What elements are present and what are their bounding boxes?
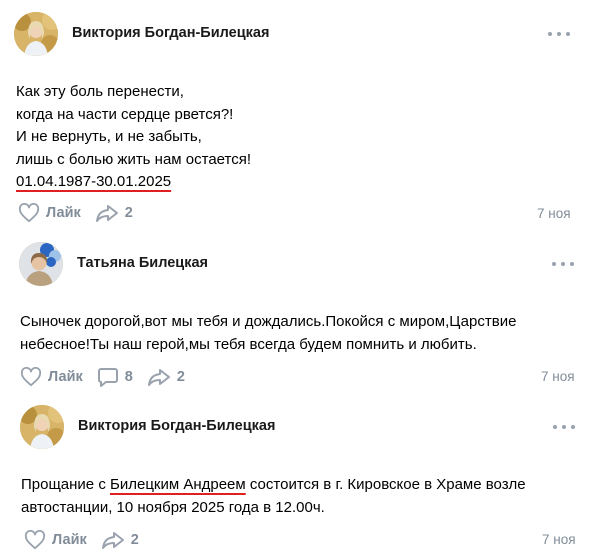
- author-name[interactable]: Виктория Богдан-Билецкая: [72, 25, 269, 41]
- more-options-icon[interactable]: [553, 422, 575, 432]
- post-date[interactable]: 7 ноя: [537, 206, 571, 221]
- comment-icon: [97, 368, 118, 387]
- post-2: Татьяна Билецкая Сыночек дорогой,вот мы …: [0, 230, 595, 395]
- share-icon: [147, 369, 170, 386]
- share-button[interactable]: 2: [147, 367, 185, 387]
- share-count: 2: [176, 369, 185, 385]
- avatar[interactable]: [14, 12, 58, 56]
- text-line: лишь с болью жить нам остается!: [16, 150, 251, 168]
- text-line: И не вернуть, и не забыть,: [16, 128, 202, 145]
- more-options-icon[interactable]: [552, 259, 574, 269]
- post-text: Сыночек дорогой,вот мы тебя и дождались.…: [20, 311, 516, 356]
- post-actions: Лайк 2: [24, 528, 153, 552]
- share-count: 2: [124, 205, 133, 221]
- author-name[interactable]: Татьяна Билецкая: [77, 255, 208, 271]
- like-label: Лайк: [46, 205, 81, 221]
- like-button[interactable]: Лайк: [18, 203, 81, 223]
- post-actions: Лайк 8 2: [20, 365, 199, 389]
- post-actions: Лайк 2: [18, 201, 147, 225]
- text-fragment: Прощание с: [21, 476, 110, 493]
- share-icon: [95, 205, 118, 222]
- comment-count: 8: [124, 369, 133, 385]
- heart-icon: [18, 203, 40, 223]
- like-button[interactable]: Лайк: [24, 530, 87, 550]
- woman-portrait-autumn-icon: [14, 12, 58, 56]
- share-count: 2: [130, 532, 139, 548]
- heart-icon: [24, 530, 46, 550]
- author-name[interactable]: Виктория Богдан-Билецкая: [78, 418, 275, 434]
- post-3: Виктория Богдан-Билецкая Прощание с Биле…: [0, 395, 595, 560]
- share-button[interactable]: 2: [95, 203, 133, 223]
- woman-portrait-balloons-icon: [19, 242, 63, 286]
- share-icon: [101, 532, 124, 549]
- share-button[interactable]: 2: [101, 530, 139, 550]
- highlighted-name: Билецким Андреем: [110, 476, 246, 493]
- text-line: когда на части сердце рвется?!: [16, 105, 234, 123]
- comment-button[interactable]: 8: [97, 367, 133, 387]
- text-line: автостанции, 10 ноября 2025 года в 12.00…: [21, 498, 325, 516]
- post-date[interactable]: 7 ноя: [542, 532, 576, 547]
- avatar[interactable]: [19, 242, 63, 286]
- text-line: Прощание с Билецким Андреем состоится в …: [21, 474, 526, 497]
- like-button[interactable]: Лайк: [20, 367, 83, 387]
- more-options-icon[interactable]: [548, 29, 570, 39]
- post-date[interactable]: 7 ноя: [541, 369, 575, 384]
- post-text: Как эту боль перенести, когда на части с…: [16, 81, 251, 194]
- heart-icon: [20, 367, 42, 387]
- post-1: Виктория Богдан-Билецкая Как эту боль пе…: [0, 0, 595, 230]
- text-fragment: состоится в г. Кировское в Храме возле: [245, 476, 526, 493]
- woman-portrait-autumn-icon: [20, 405, 64, 449]
- dates-text: 01.04.1987-30.01.2025: [16, 173, 172, 190]
- text-line: Как эту боль перенести,: [16, 83, 184, 100]
- avatar[interactable]: [20, 405, 64, 449]
- like-label: Лайк: [52, 532, 87, 548]
- like-label: Лайк: [48, 369, 83, 385]
- post-text: Прощание с Билецким Андреем состоится в …: [21, 474, 526, 519]
- text-line: небесное!Ты наш герой,мы тебя всегда буд…: [20, 335, 477, 353]
- text-line: Сыночек дорогой,вот мы тебя и дождались.…: [20, 313, 517, 330]
